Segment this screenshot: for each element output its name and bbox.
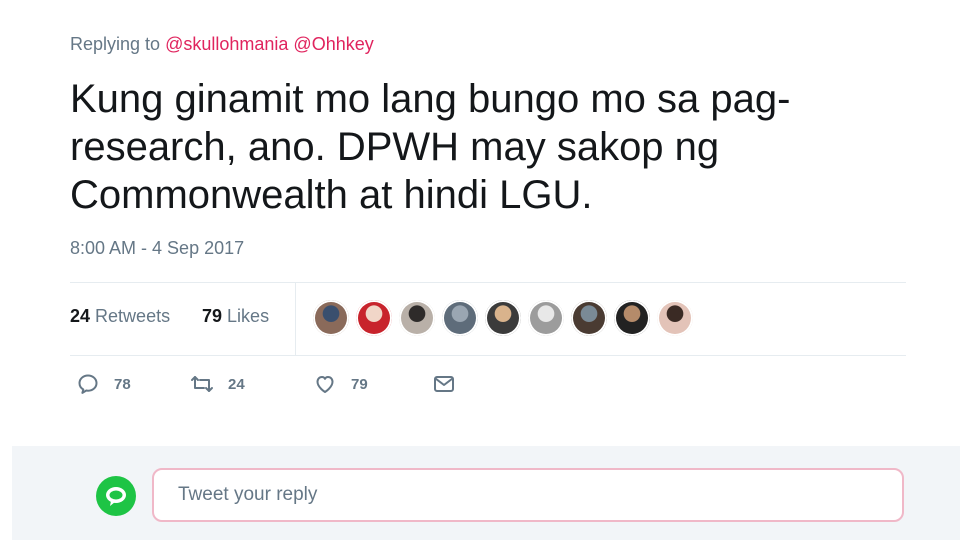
liker-avatars bbox=[313, 300, 700, 336]
retweets-label: Retweets bbox=[95, 306, 171, 326]
engagement-stats: 24 Retweets 79 Likes bbox=[70, 282, 906, 356]
liker-avatar[interactable] bbox=[399, 300, 435, 336]
reply-composer: Tweet your reply bbox=[12, 446, 960, 540]
retweets-stat[interactable]: 24 Retweets bbox=[70, 306, 170, 327]
reply-count: 78 bbox=[114, 375, 131, 393]
stats-divider bbox=[295, 283, 296, 355]
retweets-count: 24 bbox=[70, 306, 91, 326]
liker-avatar[interactable] bbox=[313, 300, 349, 336]
liker-avatar[interactable] bbox=[571, 300, 607, 336]
reply-icon bbox=[78, 374, 98, 394]
reply-button[interactable]: 78 bbox=[76, 372, 131, 396]
retweet-button[interactable]: 24 bbox=[190, 372, 245, 396]
direct-message-button[interactable] bbox=[432, 372, 456, 396]
liker-avatar[interactable] bbox=[528, 300, 564, 336]
handle-link-skullohmania[interactable]: @skullohmania bbox=[165, 34, 288, 54]
retweet-count: 24 bbox=[228, 375, 245, 393]
likes-label: Likes bbox=[227, 306, 270, 326]
liker-avatar[interactable] bbox=[485, 300, 521, 336]
liker-avatar[interactable] bbox=[442, 300, 478, 336]
likes-stat[interactable]: 79 Likes bbox=[202, 306, 269, 327]
handle-link-ohhkey[interactable]: @Ohhkey bbox=[293, 34, 373, 54]
like-button[interactable]: 79 bbox=[313, 372, 368, 396]
chat-logo-icon bbox=[106, 487, 126, 506]
liker-avatar[interactable] bbox=[356, 300, 392, 336]
replying-to-prefix: Replying to bbox=[70, 34, 161, 54]
tweet-timestamp[interactable]: 8:00 AM - 4 Sep 2017 bbox=[70, 238, 244, 259]
reply-input[interactable]: Tweet your reply bbox=[152, 468, 904, 522]
replying-to-line: Replying to @skullohmania @Ohhkey bbox=[70, 34, 374, 55]
likes-count: 79 bbox=[202, 306, 223, 326]
user-avatar bbox=[96, 476, 136, 516]
like-count: 79 bbox=[351, 375, 368, 393]
liker-avatar[interactable] bbox=[614, 300, 650, 336]
tweet-text: Kung ginamit mo lang bungo mo sa pag- re… bbox=[70, 77, 791, 217]
liker-avatar[interactable] bbox=[657, 300, 693, 336]
retweet-icon bbox=[191, 376, 213, 392]
envelope-icon bbox=[434, 376, 454, 392]
heart-icon bbox=[316, 376, 334, 393]
